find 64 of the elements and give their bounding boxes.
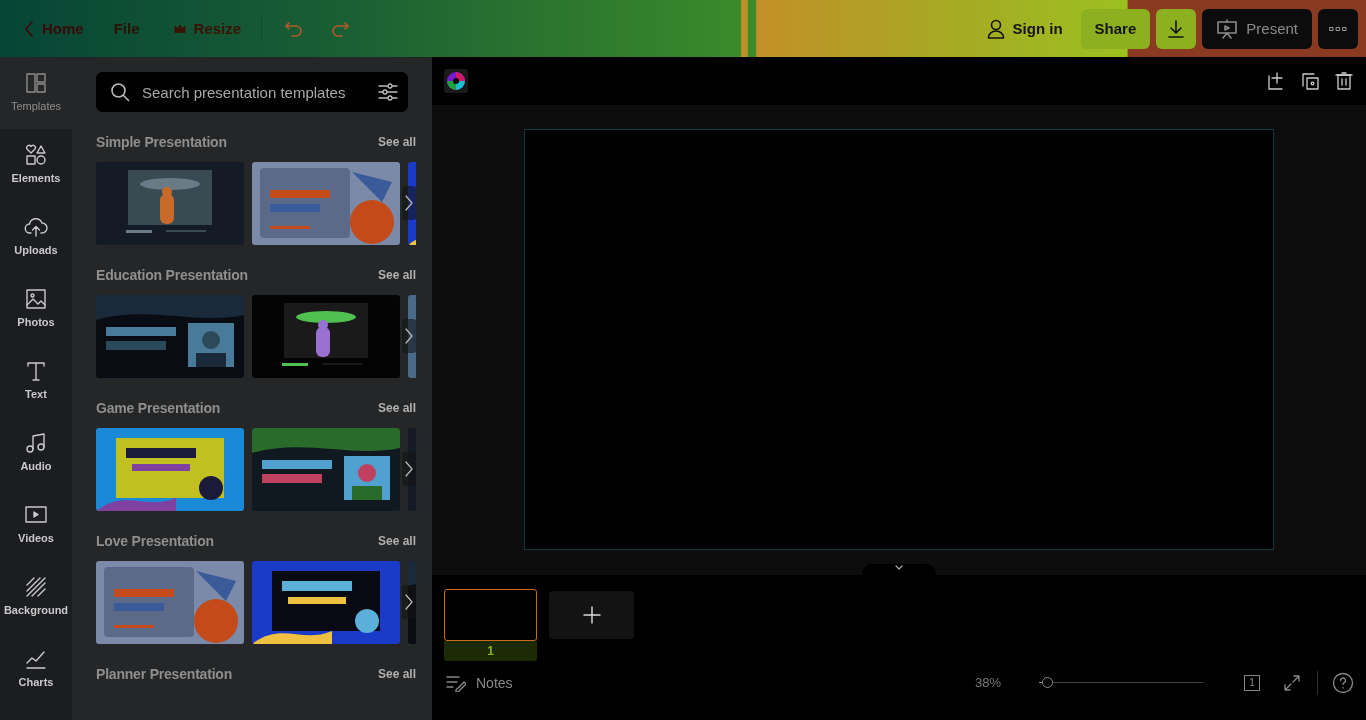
help-icon [1332, 671, 1354, 694]
download-button[interactable] [1156, 8, 1197, 49]
section-title: Planner Presentation [96, 666, 233, 682]
sidebar-tab[interactable]: Photos [0, 273, 72, 345]
chevron-right-icon [405, 594, 413, 610]
cloud-upload-icon [24, 215, 48, 239]
more-button[interactable] [1318, 8, 1358, 49]
zoom-percentage: 38% [975, 675, 1003, 690]
see-all-link[interactable]: See all [377, 268, 416, 282]
chevron-right-icon [405, 328, 413, 344]
section-title: Love Presentation [96, 533, 214, 549]
fullscreen-button[interactable] [1283, 673, 1301, 692]
presentation-icon [1216, 18, 1239, 39]
sidebar-tab[interactable]: Templates [0, 57, 72, 129]
see-all-link[interactable]: See all [377, 667, 416, 681]
chevron-right-icon [405, 461, 413, 477]
section-title: Simple Presentation [96, 134, 227, 150]
back-icon [24, 19, 34, 38]
plus-icon [582, 606, 601, 624]
notes-button[interactable]: Notes [446, 673, 513, 692]
undo-icon [284, 20, 305, 37]
redo-icon [330, 20, 351, 37]
share-button[interactable]: Share [1080, 8, 1151, 49]
more-icon [1329, 26, 1347, 31]
layout-icon [24, 71, 48, 95]
trash-icon [1334, 71, 1354, 91]
chevron-down-icon [894, 564, 904, 572]
present-button[interactable]: Present [1202, 8, 1312, 49]
chevron-right-icon [405, 195, 413, 211]
crown-icon [173, 23, 186, 34]
expand-icon [1283, 673, 1301, 692]
download-icon [1166, 18, 1187, 39]
filter-sliders-icon [378, 83, 398, 101]
help-button[interactable] [1332, 671, 1354, 694]
sidebar-tab[interactable]: Uploads [0, 201, 72, 273]
sidebar-tab[interactable]: Background [0, 561, 72, 633]
next-button[interactable] [402, 452, 416, 486]
shapes-icon [24, 143, 48, 167]
text-icon [24, 359, 48, 383]
sidebar-tab[interactable]: Videos [0, 489, 72, 561]
stripes-icon [24, 575, 48, 599]
search-input[interactable]: Search presentation templates [140, 82, 368, 102]
sign-in-button[interactable]: Sign in [974, 8, 1075, 49]
music-note-icon [24, 431, 48, 455]
see-all-link[interactable]: See all [377, 534, 416, 548]
next-button[interactable] [402, 585, 416, 619]
section-title: Education Presentation [96, 267, 248, 283]
sidebar-tab[interactable]: Elements [0, 129, 72, 201]
see-all-link[interactable]: See all [377, 401, 416, 415]
search-field[interactable]: Search presentation templates [96, 72, 408, 112]
person-icon [986, 18, 1005, 39]
sidebar-tab[interactable]: Audio [0, 417, 72, 489]
duplicate-page-icon [1300, 71, 1320, 91]
slider-thumb[interactable] [1042, 676, 1054, 688]
see-all-link[interactable]: See all [377, 135, 416, 149]
sidebar-tab[interactable]: Text [0, 345, 72, 417]
notes-icon [446, 673, 466, 692]
next-button[interactable] [402, 186, 416, 220]
section-title: Game Presentation [96, 400, 221, 416]
search-icon [110, 82, 130, 102]
next-button[interactable] [402, 319, 416, 353]
image-icon [24, 287, 48, 311]
color-wheel-icon[interactable] [444, 69, 468, 93]
sidebar-tab[interactable]: Charts [0, 633, 72, 705]
